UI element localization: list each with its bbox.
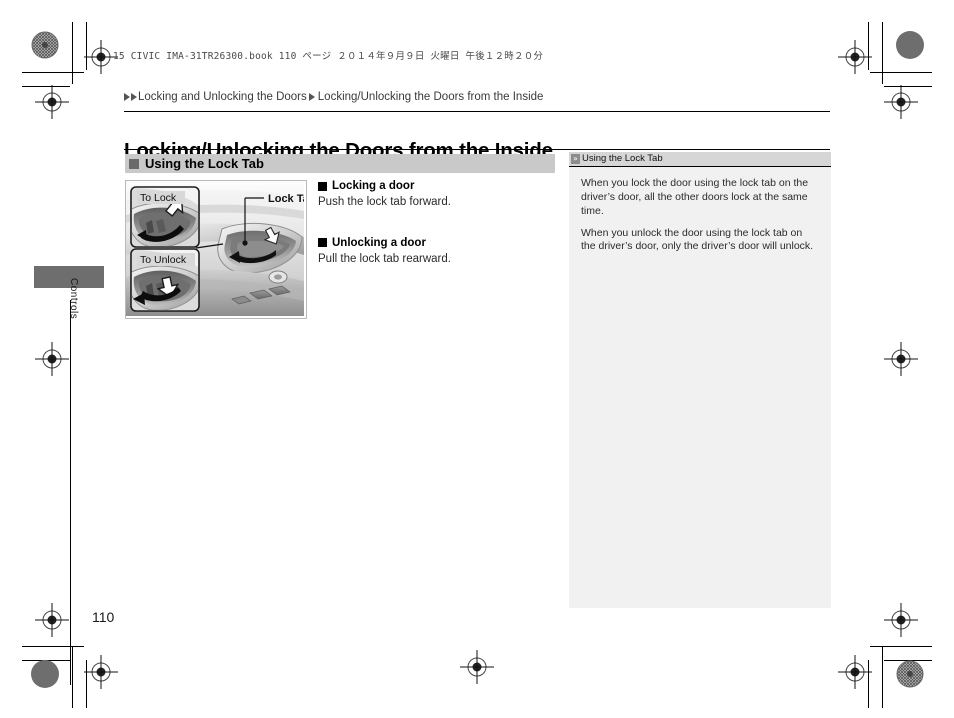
breadcrumb-parent[interactable]: Locking and Unlocking the Doors [138, 91, 307, 103]
running-head: 15 CIVIC IMA-31TR26300.book 110 ページ ２０１４… [113, 51, 544, 62]
crop-mark [72, 22, 73, 84]
registration-dot-top-left [31, 31, 59, 59]
thumb-tab-rule [70, 300, 71, 685]
crop-mark [22, 646, 84, 647]
square-bullet-icon [129, 158, 139, 169]
title-rule [124, 149, 830, 150]
instruction-heading-label: Locking a door [332, 180, 415, 192]
square-bullet-icon [318, 238, 327, 248]
side-note-header-label: Using the Lock Tab [582, 153, 663, 165]
page-number: 110 [92, 609, 115, 625]
side-note-panel: » Using the Lock Tab When you lock the d… [569, 152, 831, 608]
registration-cross-right [884, 85, 918, 119]
section-header-label: Using the Lock Tab [145, 156, 264, 171]
registration-cross-left [35, 85, 69, 119]
instruction-locking: Locking a door Push the lock tab forward… [318, 180, 550, 211]
registration-dot-bottom-left [31, 660, 59, 688]
inset-to-unlock: To Unlock [130, 248, 200, 312]
manual-page: 15 CIVIC IMA-31TR26300.book 110 ページ ２０１４… [0, 0, 954, 718]
crop-mark [868, 660, 869, 708]
square-bullet-icon [318, 181, 327, 191]
instruction-unlocking: Unlocking a door Pull the lock tab rearw… [318, 237, 550, 268]
breadcrumb-rule [124, 111, 830, 112]
to-lock-label: To Lock [140, 192, 177, 204]
triangle-right-icon [308, 93, 315, 101]
side-note-header: » Using the Lock Tab [569, 152, 831, 167]
crop-mark [22, 72, 84, 73]
triangle-right-icon [131, 93, 137, 101]
side-note-paragraph: When you lock the door using the lock ta… [581, 177, 809, 217]
body-instructions: Locking a door Push the lock tab forward… [318, 180, 550, 275]
triangle-right-icon [124, 93, 130, 101]
registration-dot-bottom-right [896, 660, 924, 688]
instruction-heading: Unlocking a door [318, 237, 550, 249]
registration-cross-bottom [84, 655, 118, 689]
breadcrumb-current: Locking/Unlocking the Doors from the Ins… [317, 91, 544, 103]
instruction-text: Push the lock tab forward. [318, 196, 451, 208]
lock-tab-illustration: Lock Tab [125, 180, 307, 319]
registration-cross-mid-left [35, 342, 69, 376]
crop-mark [882, 22, 883, 84]
section-header: Using the Lock Tab [125, 154, 555, 173]
lock-tab-caption: Lock Tab [268, 193, 304, 205]
registration-dot-top-right [896, 31, 924, 59]
registration-cross-bottom-right-2 [884, 603, 918, 637]
crop-mark [870, 72, 932, 73]
side-note-body: When you lock the door using the lock ta… [569, 167, 831, 254]
door-panel-drawing: Lock Tab [126, 181, 304, 316]
registration-cross-top-right [838, 40, 872, 74]
crop-mark [870, 646, 932, 647]
crop-mark [882, 646, 883, 708]
registration-cross-mid-right [884, 342, 918, 376]
registration-cross-bottom-left [35, 603, 69, 637]
to-unlock-label: To Unlock [140, 254, 187, 266]
instruction-heading: Locking a door [318, 180, 550, 192]
instruction-heading-label: Unlocking a door [332, 236, 426, 249]
double-chevron-right-icon: » [571, 154, 580, 164]
crop-mark [72, 646, 73, 708]
inset-to-lock: To Lock [130, 186, 200, 248]
side-note-paragraph: When you unlock the door using the lock … [581, 226, 814, 253]
instruction-text: Pull the lock tab rearward. [318, 252, 451, 265]
registration-cross-bottom-right [838, 655, 872, 689]
breadcrumb: Locking and Unlocking the Doors Locking/… [124, 91, 543, 103]
registration-cross-bottom-center [460, 650, 494, 684]
